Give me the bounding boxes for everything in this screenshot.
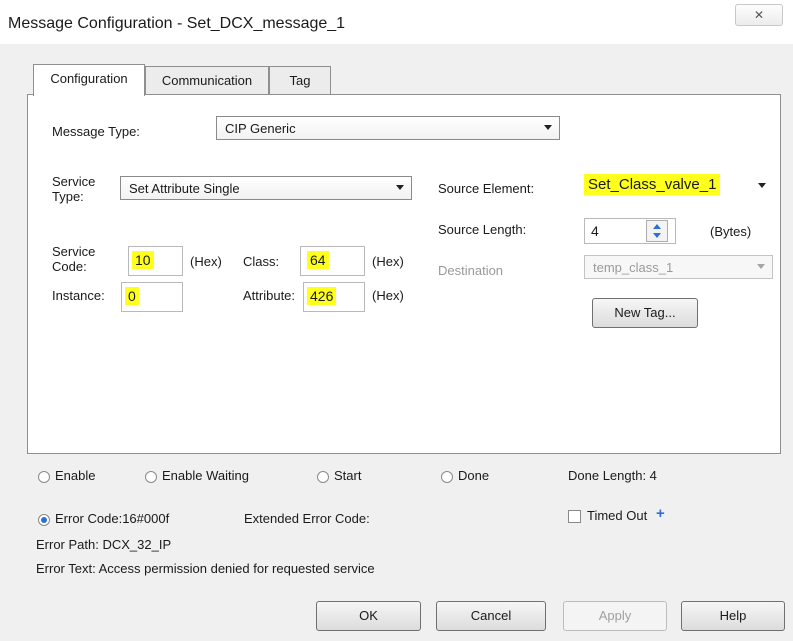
help-button[interactable]: Help	[681, 601, 785, 631]
source-element-label: Source Element:	[438, 181, 535, 196]
ok-button[interactable]: OK	[316, 601, 421, 631]
source-length-spinner[interactable]	[646, 220, 668, 242]
error-code-radio[interactable]	[38, 514, 50, 526]
arrow-down-icon	[653, 233, 661, 238]
source-length-unit: (Bytes)	[710, 224, 752, 239]
chevron-down-icon	[758, 183, 766, 188]
chevron-down-icon	[757, 264, 765, 269]
source-length-field[interactable]: 4	[584, 218, 676, 244]
error-code: Error Code:16#000f	[55, 511, 170, 526]
close-button[interactable]: ✕	[735, 4, 783, 26]
message-type-label: Message Type:	[52, 124, 140, 139]
extended-error-code: Extended Error Code:	[244, 511, 370, 526]
timed-out-marker-icon: +	[656, 505, 665, 522]
timed-out-checkbox[interactable]	[568, 510, 581, 523]
tab-configuration[interactable]: Configuration	[33, 64, 145, 96]
service-type-label: Service Type:	[52, 174, 96, 204]
done-radio[interactable]	[441, 471, 453, 483]
arrow-up-icon	[653, 224, 661, 229]
tab-communication[interactable]: Communication	[145, 66, 269, 94]
class-label: Class:	[243, 254, 280, 269]
done-length: Done Length: 4	[568, 468, 657, 483]
apply-button[interactable]: Apply	[563, 601, 667, 631]
destination-select[interactable]: temp_class_1	[584, 255, 773, 279]
window-title: Message Configuration - Set_DCX_message_…	[8, 15, 346, 32]
attribute-field[interactable]: 426	[303, 282, 365, 312]
tab-tag[interactable]: Tag	[269, 66, 331, 94]
service-code-label: Service Code:	[52, 244, 96, 274]
new-tag-button[interactable]: New Tag...	[592, 298, 698, 328]
service-code-field[interactable]: 10	[128, 246, 183, 276]
chevron-down-icon	[544, 125, 552, 130]
error-path: Error Path: DCX_32_IP	[36, 537, 172, 552]
enable-waiting-label: Enable Waiting	[162, 468, 249, 483]
instance-label: Instance:	[52, 288, 105, 303]
timed-out-label: Timed Out	[587, 508, 648, 523]
start-label: Start	[334, 468, 362, 483]
done-label: Done	[458, 468, 490, 483]
close-icon: ✕	[753, 8, 765, 22]
attribute-unit: (Hex)	[372, 288, 404, 303]
enable-waiting-radio[interactable]	[145, 471, 157, 483]
source-length-label: Source Length:	[438, 222, 527, 237]
class-field[interactable]: 64	[300, 246, 365, 276]
class-unit: (Hex)	[372, 254, 404, 269]
chevron-down-icon	[396, 185, 404, 190]
cancel-button[interactable]: Cancel	[436, 601, 546, 631]
destination-label: Destination	[438, 263, 504, 278]
message-type-select[interactable]: CIP Generic	[216, 116, 560, 140]
start-radio[interactable]	[317, 471, 329, 483]
service-code-unit: (Hex)	[190, 254, 222, 269]
service-type-select[interactable]: Set Attribute Single	[120, 176, 412, 200]
source-element-select[interactable]: Set_Class_valve_1	[584, 171, 774, 201]
error-text: Error Text: Access permission denied for…	[36, 561, 375, 576]
instance-field[interactable]: 0	[121, 282, 183, 312]
enable-label: Enable	[55, 468, 96, 483]
enable-radio[interactable]	[38, 471, 50, 483]
attribute-label: Attribute:	[243, 288, 296, 303]
